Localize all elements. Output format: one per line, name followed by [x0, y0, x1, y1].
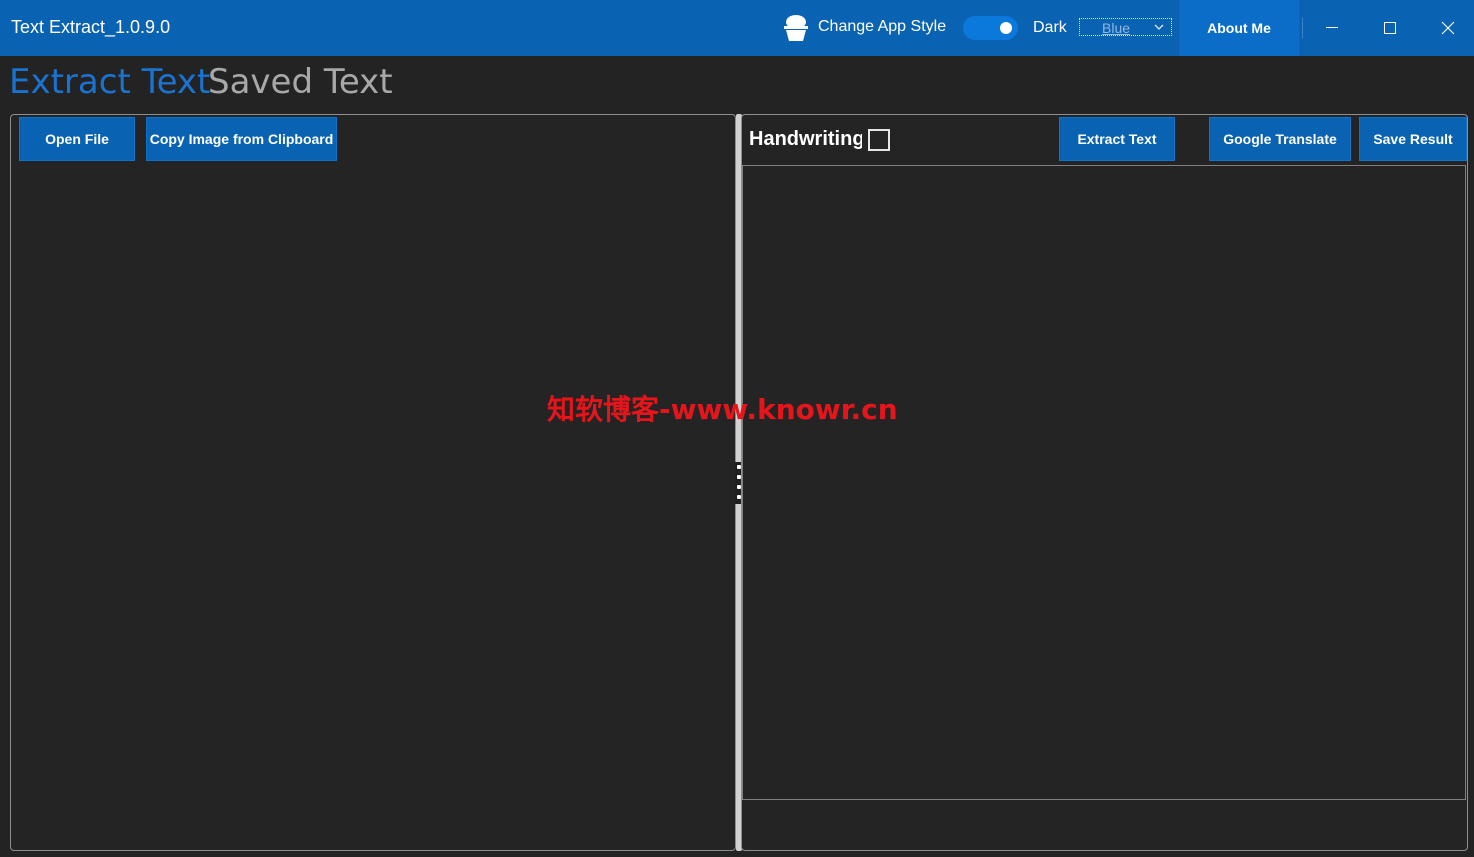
close-button[interactable]	[1419, 0, 1474, 56]
open-file-button[interactable]: Open File	[19, 117, 135, 161]
extract-text-button[interactable]: Extract Text	[1059, 117, 1175, 161]
title-bar: Text Extract_1.0.9.0 Change App Style Da…	[0, 0, 1474, 56]
cupcake-icon[interactable]	[783, 14, 809, 42]
handwriting-checkbox[interactable]	[868, 129, 890, 151]
chevron-down-icon	[1153, 20, 1165, 32]
toggle-knob	[1000, 22, 1012, 34]
save-result-button[interactable]: Save Result	[1359, 117, 1467, 161]
app-title: Text Extract_1.0.9.0	[11, 17, 171, 37]
minimize-icon	[1326, 27, 1338, 28]
maximize-icon	[1384, 22, 1396, 34]
dark-mode-label: Dark	[1033, 19, 1067, 36]
accent-color-value: Blue	[1102, 20, 1131, 36]
tab-saved-text[interactable]: Saved Text	[208, 62, 393, 102]
result-text-area[interactable]	[742, 165, 1466, 800]
tab-extract-text[interactable]: Extract Text	[9, 62, 210, 102]
minimize-button[interactable]	[1303, 0, 1361, 56]
dark-mode-toggle[interactable]	[963, 16, 1018, 40]
change-style-label[interactable]: Change App Style	[818, 18, 946, 36]
accent-color-select[interactable]: Blue	[1079, 18, 1172, 36]
copy-image-clipboard-button[interactable]: Copy Image from Clipboard	[146, 117, 337, 161]
handwriting-label: Handwriting	[749, 128, 862, 150]
about-me-button[interactable]: About Me	[1179, 0, 1299, 56]
watermark-text: 知软博客-www.knowr.cn	[547, 393, 898, 426]
image-panel	[10, 114, 736, 851]
maximize-button[interactable]	[1361, 0, 1419, 56]
google-translate-button[interactable]: Google Translate	[1209, 117, 1351, 161]
close-icon	[1441, 21, 1455, 35]
